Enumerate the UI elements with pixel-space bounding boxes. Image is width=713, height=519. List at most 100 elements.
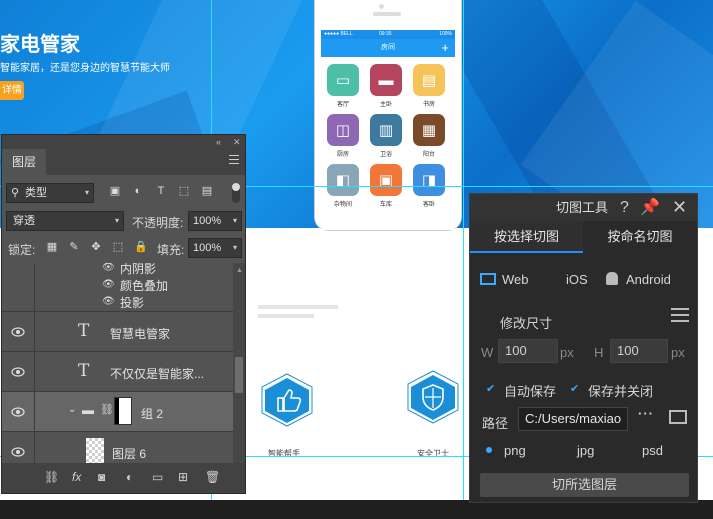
lock-label: 锁定: (8, 243, 36, 257)
chevron-down-icon: ▾ (84, 188, 89, 197)
add-mask-icon[interactable]: ◙ (98, 469, 105, 485)
text-layer-icon: T (78, 361, 90, 381)
room-tile[interactable]: ▬ 主卧 (369, 64, 403, 108)
tab-slice-by-selection[interactable]: 按选择切图 (470, 221, 583, 253)
visibility-eye-icon[interactable] (11, 407, 25, 417)
slice-tool-header[interactable]: 切图工具 ? 📌 ✕ (470, 194, 697, 221)
check-icon: ✔ (486, 383, 496, 395)
banner-subtitle: 智能家居，还是您身边的智慧节能大师 (0, 63, 170, 74)
slice-selected-layer-button[interactable]: 切所选图层 (480, 473, 689, 497)
phone-nav-bar: 房间 + (321, 39, 455, 57)
mask-thumbnail[interactable] (114, 397, 132, 425)
opacity-input[interactable]: 100% ▾ (188, 211, 242, 231)
width-unit: px (560, 345, 574, 360)
fill-label: 填充: (157, 243, 185, 257)
layer-thumbnail (86, 438, 104, 463)
android-icon (606, 272, 618, 285)
width-label: W (481, 345, 494, 360)
lock-artboard-icon[interactable]: ⬚ (112, 241, 124, 253)
feature-label-security: 安全卫士 (417, 449, 449, 458)
fill-input[interactable]: 100% ▾ (188, 238, 242, 258)
room-icon: ◨ (413, 164, 445, 196)
tab-slice-by-name[interactable]: 按命名切图 (583, 221, 697, 253)
height-label: H (594, 345, 604, 360)
room-icon: ◫ (327, 114, 359, 146)
smart-object-filter-icon[interactable]: ▤ (201, 185, 213, 197)
eye-icon[interactable]: 👁 (102, 263, 115, 273)
layer-effects-row[interactable]: 👁 内阴影 👁 颜色叠加 👁 投影 (2, 263, 233, 312)
room-label: 杂物间 (333, 202, 352, 208)
pin-icon[interactable]: 📌 (640, 194, 660, 221)
collapse-icon[interactable]: « (216, 135, 221, 149)
width-input[interactable]: 100 (498, 339, 558, 363)
layer-filter-kind[interactable]: ⚲ 类型 ▾ (6, 183, 94, 203)
shape-filter-icon[interactable]: ⬚ (178, 185, 190, 197)
new-group-icon[interactable]: ▭ (152, 469, 163, 485)
format-jpg-radio[interactable]: jpg (577, 443, 594, 458)
lock-transparent-icon[interactable]: ▦ (46, 241, 58, 253)
banner-title: 家电管家 (0, 34, 80, 56)
lock-paint-icon[interactable]: ✎ (68, 241, 80, 253)
room-icon: ▭ (327, 64, 359, 96)
layer-list-scrollbar[interactable]: ▲ (233, 263, 245, 463)
new-layer-icon[interactable]: ⊞ (178, 469, 188, 485)
layer-row[interactable]: 图层 6 (2, 432, 233, 463)
tab-layers[interactable]: 图层 (2, 149, 46, 175)
trash-icon[interactable]: 🗑 (205, 469, 220, 485)
phone-speaker (373, 12, 401, 16)
room-label: 主卧 (379, 102, 392, 108)
room-tile[interactable]: ▥ 卫浴 (369, 114, 403, 158)
path-input[interactable]: C:/Users/maxiao (518, 407, 628, 431)
layer-row-selected[interactable]: ⌄ ▬ ⛓ 组 2 (2, 392, 233, 432)
adjustment-filter-icon[interactable]: ◐ (132, 185, 144, 197)
lock-all-icon[interactable]: 🔒 (134, 241, 148, 253)
visibility-eye-icon[interactable] (11, 327, 25, 337)
sliders-icon[interactable] (671, 308, 689, 322)
layer-row[interactable]: T 不仅仅是智能家... (2, 352, 233, 392)
room-label: 书房 (422, 102, 435, 108)
lock-position-icon[interactable]: ✥ (90, 241, 102, 253)
layer-row[interactable]: T 智慧电管家 (2, 312, 233, 352)
room-icon: ◧ (327, 164, 359, 196)
nav-title: 房间 (381, 44, 395, 51)
room-icon: ▬ (370, 64, 402, 96)
room-tile[interactable]: ▦ 阳台 (412, 114, 446, 158)
filter-toggle[interactable] (232, 183, 240, 203)
format-psd-radio[interactable]: psd (642, 443, 663, 458)
eye-icon[interactable]: 👁 (102, 279, 115, 290)
link-layers-icon[interactable]: ⛓ (44, 469, 59, 485)
close-icon[interactable]: ✕ (233, 135, 241, 149)
banner-detail-button[interactable]: 详情 (0, 81, 24, 100)
folder-icon[interactable] (669, 410, 687, 424)
layer-list: 👁 内阴影 👁 颜色叠加 👁 投影 T 智慧电管家 T 不仅仅是智能家... ⌄… (2, 263, 233, 463)
close-icon[interactable]: ✕ (672, 194, 687, 221)
chevron-down-icon[interactable]: ⌄ (68, 404, 76, 415)
help-icon[interactable]: ? (620, 194, 629, 221)
status-time: 09:35 (379, 31, 392, 37)
panel-title-bar[interactable]: « ✕ (2, 135, 245, 149)
pixel-filter-icon[interactable]: ▣ (109, 185, 121, 197)
panel-menu-icon[interactable] (229, 155, 239, 167)
blend-mode-select[interactable]: 穿透 ▾ (6, 211, 124, 231)
text-filter-icon[interactable]: T (155, 185, 167, 197)
room-icon: ▣ (370, 164, 402, 196)
fx-icon[interactable]: fx (72, 469, 81, 485)
phone-camera (379, 4, 384, 9)
more-icon[interactable]: ··· (638, 406, 654, 421)
visibility-eye-icon[interactable] (11, 447, 25, 457)
link-icon[interactable]: ⛓ (100, 403, 114, 416)
add-room-icon[interactable]: + (441, 39, 449, 57)
phone-screen: ●●●●● BELL 09:35 100% 房间 + ▭ 客厅 ▬ 主卧 ▤ 书房 ◫ 厨房 ▥… (321, 30, 455, 230)
room-tile[interactable]: ◫ 厨房 (326, 114, 360, 158)
shield-icon (403, 368, 463, 426)
room-label: 阳台 (422, 152, 435, 158)
room-tile[interactable]: ▤ 书房 (412, 64, 446, 108)
room-tile[interactable]: ▭ 客厅 (326, 64, 360, 108)
scrollbar-thumb[interactable] (235, 357, 243, 393)
eye-icon[interactable]: 👁 (102, 296, 115, 307)
adjustment-layer-icon[interactable]: ◐ (126, 469, 133, 485)
height-input[interactable]: 100 (610, 339, 668, 363)
room-icon: ▦ (413, 114, 445, 146)
text-layer-icon: T (78, 321, 90, 341)
visibility-eye-icon[interactable] (11, 367, 25, 377)
